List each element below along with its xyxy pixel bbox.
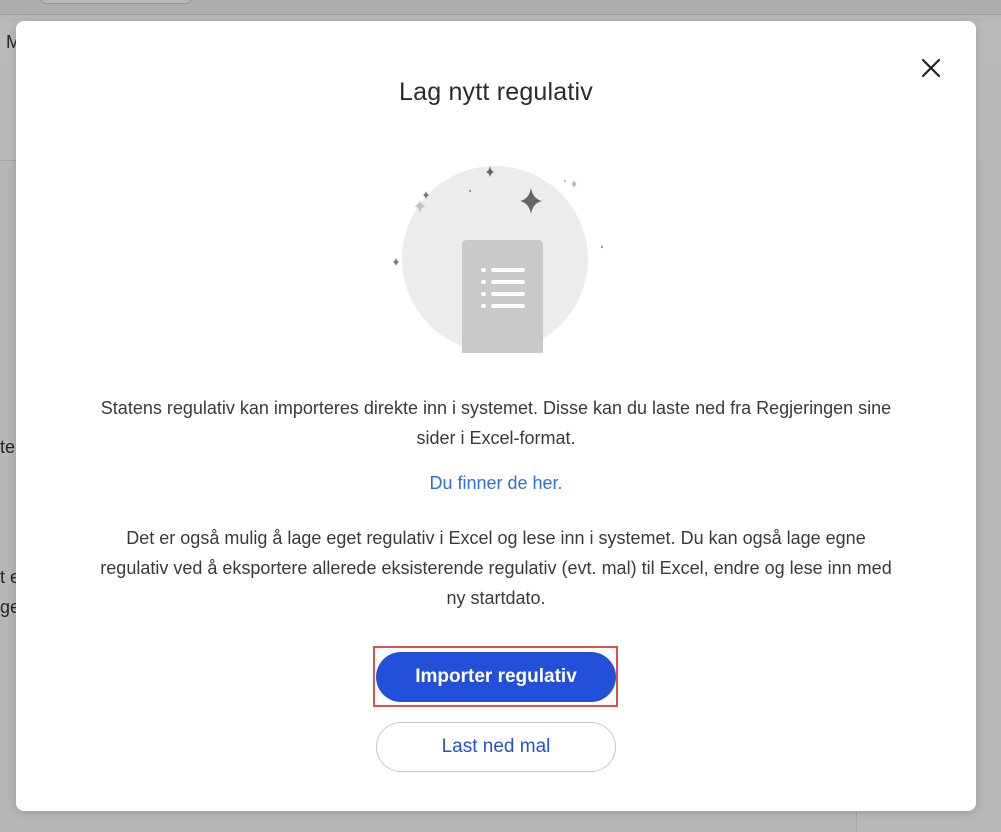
close-button[interactable] bbox=[916, 53, 946, 83]
close-icon bbox=[921, 58, 941, 78]
intro-paragraph: Statens regulativ kan importeres direkte… bbox=[100, 398, 892, 448]
dialog-title: Lag nytt regulativ bbox=[399, 78, 593, 106]
create-regulativ-dialog: Lag nytt regulativ Statens regulativ kan… bbox=[16, 21, 976, 811]
info-paragraph: Det er også mulig å lage eget regulativ … bbox=[100, 528, 892, 608]
document-sparkle-illustration bbox=[393, 166, 604, 353]
download-template-button[interactable]: Last ned mal bbox=[376, 722, 616, 772]
download-link[interactable]: Du finner de her. bbox=[16, 473, 976, 494]
import-regulativ-button[interactable]: Importer regulativ bbox=[376, 652, 616, 702]
